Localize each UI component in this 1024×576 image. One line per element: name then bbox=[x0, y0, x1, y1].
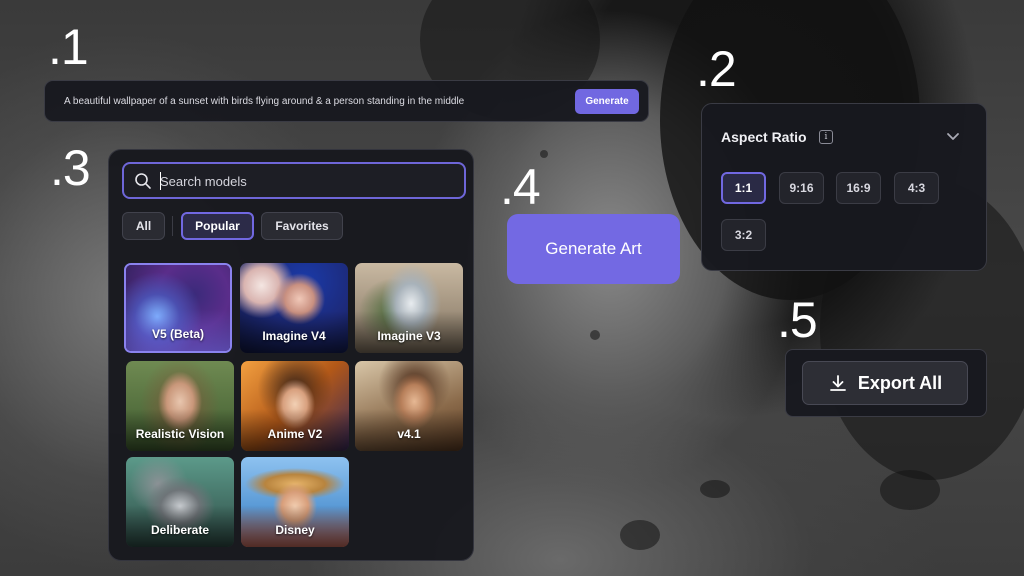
model-card-imagine-v4[interactable]: Imagine V4 bbox=[240, 263, 348, 353]
generate-art-button[interactable]: Generate Art bbox=[507, 214, 680, 284]
model-card-imagine-v3[interactable]: Imagine V3 bbox=[355, 263, 463, 353]
model-label: Disney bbox=[275, 523, 315, 537]
model-card-realistic-vision[interactable]: Realistic Vision bbox=[126, 361, 234, 451]
step-marker-4: .4 bbox=[500, 159, 541, 215]
search-icon bbox=[135, 173, 151, 189]
filter-all[interactable]: All bbox=[122, 212, 165, 240]
ratio-option-9-16[interactable]: 9:16 bbox=[779, 172, 824, 204]
model-label: V5 (Beta) bbox=[151, 327, 204, 341]
step-marker-1: .1 bbox=[48, 19, 89, 75]
download-icon bbox=[829, 375, 846, 391]
ratio-option-16-9[interactable]: 16:9 bbox=[836, 172, 881, 204]
prompt-input[interactable]: A beautiful wallpaper of a sunset with b… bbox=[64, 96, 464, 107]
model-card-anime-v2[interactable]: Anime V2 bbox=[241, 361, 349, 451]
chevron-down-icon[interactable] bbox=[944, 127, 962, 145]
export-all-label: Export All bbox=[857, 372, 943, 393]
model-label: Realistic Vision bbox=[135, 427, 225, 441]
step-marker-3: .3 bbox=[50, 140, 91, 196]
search-input[interactable] bbox=[160, 172, 450, 190]
filter-favorites[interactable]: Favorites bbox=[261, 212, 343, 240]
filter-popular[interactable]: Popular bbox=[181, 212, 254, 240]
model-label: Imagine V3 bbox=[377, 329, 441, 343]
models-panel: All Popular Favorites V5 (Beta) Imagine … bbox=[108, 149, 474, 561]
model-card-disney[interactable]: Disney bbox=[241, 457, 349, 547]
model-label: Imagine V4 bbox=[262, 329, 326, 343]
model-card-deliberate[interactable]: Deliberate bbox=[126, 457, 234, 547]
model-label: v4.1 bbox=[397, 427, 421, 441]
search-box[interactable] bbox=[122, 162, 466, 199]
prompt-bar: A beautiful wallpaper of a sunset with b… bbox=[44, 80, 649, 122]
model-label: Deliberate bbox=[150, 523, 210, 537]
ratio-option-4-3[interactable]: 4:3 bbox=[894, 172, 939, 204]
export-panel: Export All bbox=[785, 349, 987, 417]
ratio-option-3-2[interactable]: 3:2 bbox=[721, 219, 766, 251]
info-icon[interactable]: i bbox=[819, 130, 833, 144]
ratio-option-1-1[interactable]: 1:1 bbox=[721, 172, 766, 204]
text-caret bbox=[160, 172, 161, 190]
filter-divider bbox=[172, 216, 173, 236]
model-card-v4-1[interactable]: v4.1 bbox=[355, 361, 463, 451]
step-marker-2: .2 bbox=[696, 41, 737, 97]
step-marker-5: .5 bbox=[777, 292, 818, 348]
export-all-button[interactable]: Export All bbox=[802, 361, 968, 405]
model-label: Anime V2 bbox=[267, 427, 323, 441]
aspect-ratio-title: Aspect Ratio bbox=[721, 129, 807, 145]
generate-button[interactable]: Generate bbox=[575, 89, 639, 114]
model-card-v5-beta[interactable]: V5 (Beta) bbox=[124, 263, 232, 353]
aspect-ratio-panel: Aspect Ratio i 1:1 9:16 16:9 4:3 3:2 bbox=[701, 103, 987, 271]
